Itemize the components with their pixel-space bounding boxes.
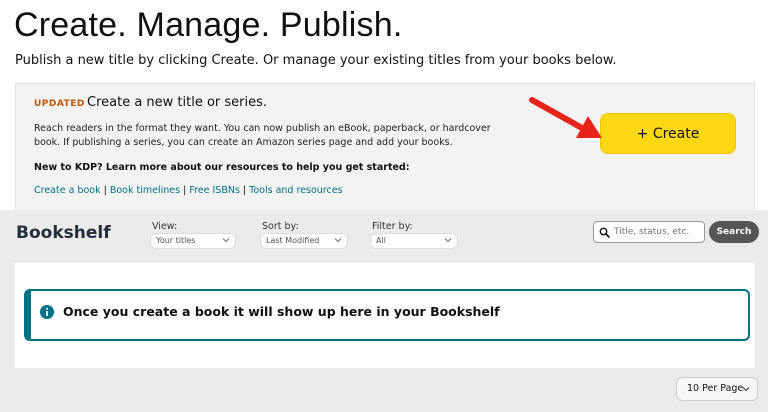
link-separator: |: [100, 185, 110, 196]
bookshelf-panel: Once you create a book it will show up h…: [15, 263, 755, 368]
empty-bookshelf-message: Once you create a book it will show up h…: [63, 304, 500, 319]
link-separator: |: [180, 185, 190, 196]
bookshelf-title: Bookshelf: [16, 223, 111, 243]
page-title: Create. Manage. Publish.: [14, 6, 403, 44]
create-button[interactable]: + Create: [600, 113, 736, 154]
red-arrow-icon: [529, 97, 602, 138]
search-input[interactable]: [614, 224, 702, 240]
link-book-timelines[interactable]: Book timelines: [110, 185, 180, 196]
view-select-value: Your titles: [156, 236, 196, 245]
filter-select[interactable]: All: [370, 233, 458, 249]
create-panel-description: Reach readers in the format they want. Y…: [34, 123, 491, 148]
view-label: View:: [152, 221, 178, 232]
view-select[interactable]: Your titles: [150, 233, 236, 249]
filter-label: Filter by:: [372, 221, 413, 232]
header-area: Create. Manage. Publish. Publish a new t…: [0, 0, 768, 210]
resource-links: Create a book | Book timelines | Free IS…: [34, 185, 343, 196]
create-panel-heading: Create a new title or series.: [87, 95, 268, 110]
per-page-select[interactable]: 10 Per Page: [676, 377, 758, 401]
empty-bookshelf-alert: Once you create a book it will show up h…: [24, 289, 750, 341]
chevron-down-icon: [334, 238, 342, 243]
chevron-down-icon: [444, 238, 452, 243]
info-icon: [40, 305, 54, 319]
link-separator: |: [239, 185, 250, 196]
link-free-isbns[interactable]: Free ISBNs: [189, 185, 240, 196]
filter-select-value: All: [376, 236, 386, 245]
page-subtitle: Publish a new title by clicking Create. …: [15, 53, 617, 68]
sort-select-value: Last Modified: [266, 236, 320, 245]
search-button[interactable]: Search: [709, 221, 759, 243]
link-create-a-book[interactable]: Create a book: [34, 185, 101, 196]
per-page-value: 10 Per Page: [687, 383, 744, 394]
search-icon: [599, 227, 610, 238]
sort-label: Sort by:: [262, 221, 299, 232]
link-tools-and-resources[interactable]: Tools and resources: [249, 185, 342, 196]
sort-select[interactable]: Last Modified: [260, 233, 348, 249]
search-box: [593, 221, 705, 243]
chevron-down-icon: [222, 238, 230, 243]
learn-more-text: New to KDP? Learn more about our resourc…: [34, 162, 410, 173]
chevron-down-icon: [742, 387, 750, 392]
updated-badge: UPDATED: [34, 99, 85, 109]
